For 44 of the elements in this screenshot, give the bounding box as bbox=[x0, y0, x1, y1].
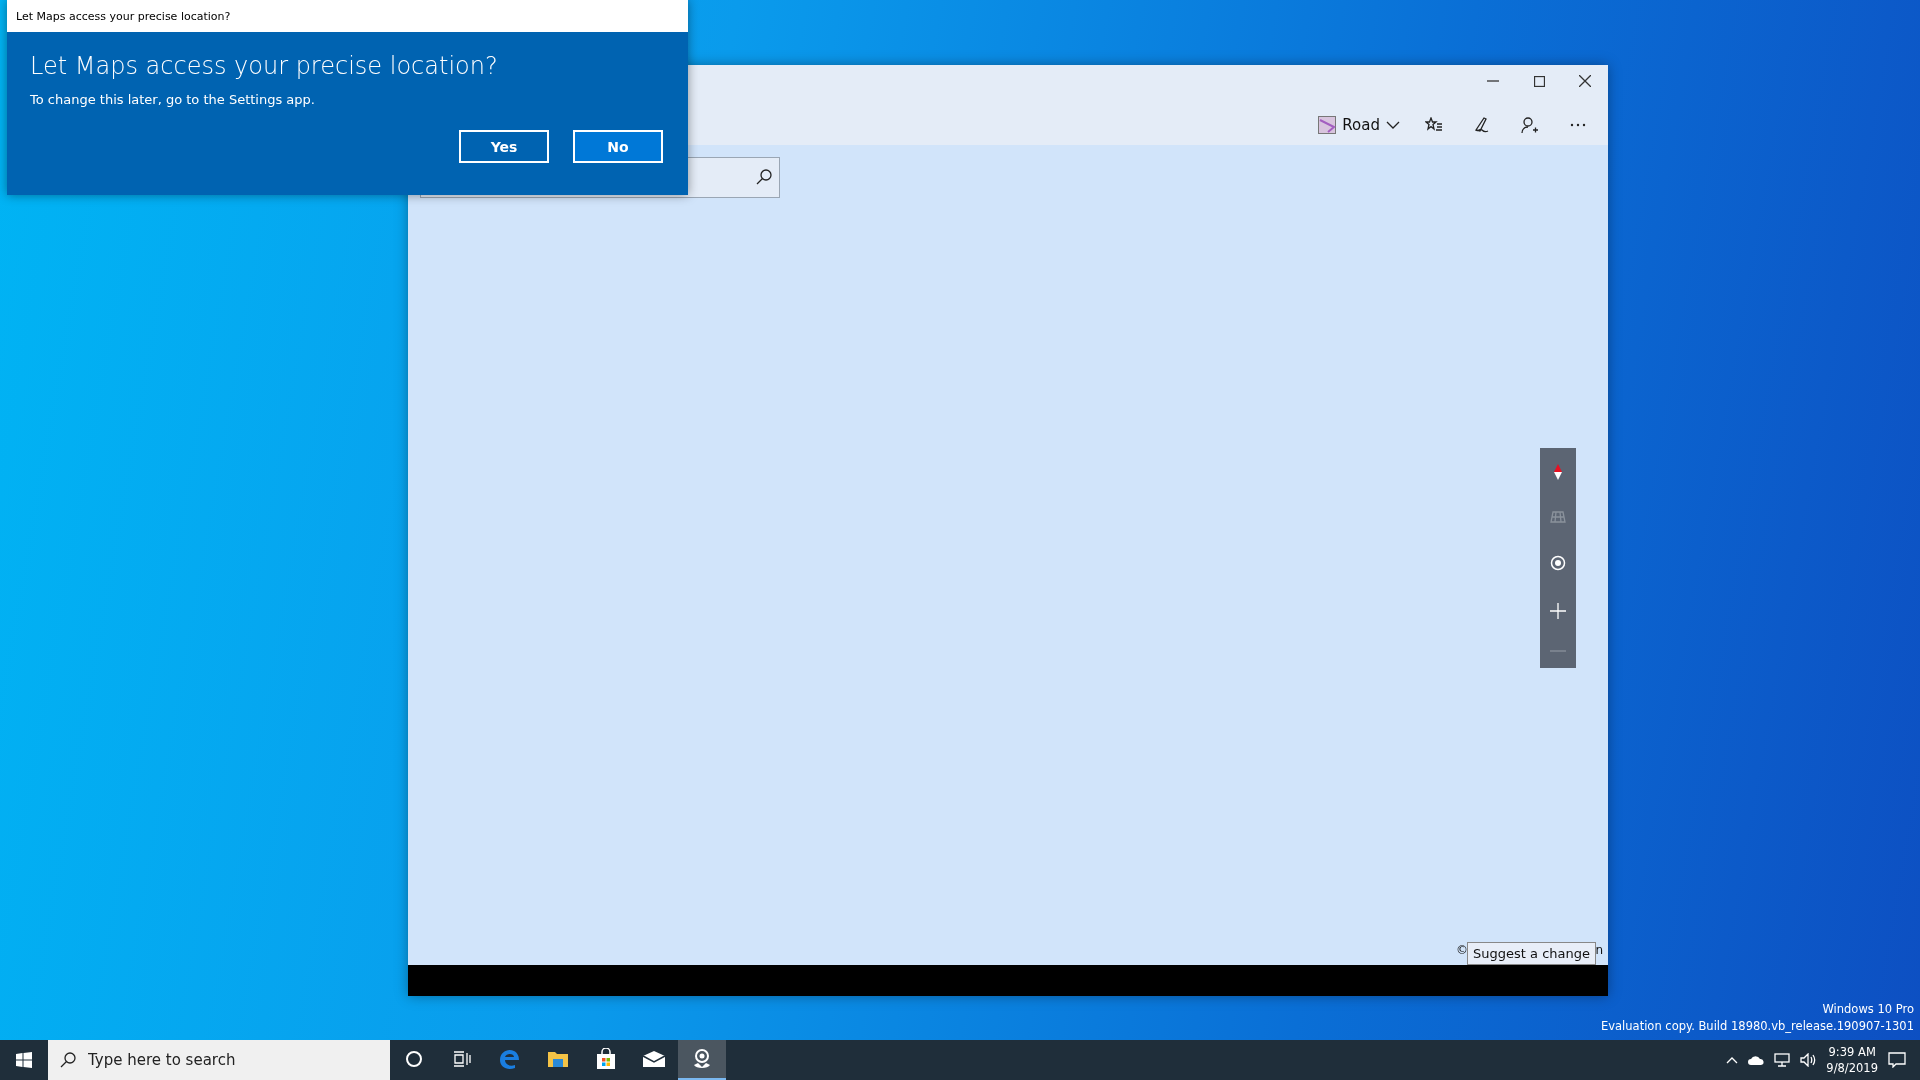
chevron-up-icon bbox=[1726, 1056, 1739, 1064]
target-icon bbox=[1550, 555, 1566, 571]
add-person-icon bbox=[1521, 116, 1539, 134]
star-list-icon bbox=[1425, 117, 1443, 133]
map-style-dropdown[interactable]: Road bbox=[1312, 107, 1406, 143]
compass-button[interactable] bbox=[1554, 463, 1562, 480]
dialog-button[interactable]: Yes bbox=[459, 130, 549, 163]
taskbar-app-button[interactable] bbox=[678, 1040, 726, 1080]
browser-icon bbox=[499, 1048, 521, 1070]
notification-icon[interactable] bbox=[1888, 1052, 1906, 1068]
clock[interactable]: 9:39 AM 9/8/2019 bbox=[1826, 1044, 1878, 1076]
speaker-icon[interactable] bbox=[1800, 1053, 1817, 1067]
maximize-icon bbox=[1533, 75, 1545, 87]
search-icon bbox=[756, 169, 772, 185]
minimize-icon bbox=[1487, 80, 1499, 82]
shopping-bag-icon bbox=[595, 1048, 617, 1070]
network-icon[interactable] bbox=[1774, 1053, 1791, 1067]
location-button[interactable] bbox=[1550, 555, 1566, 571]
dialog-button[interactable]: No bbox=[573, 130, 663, 163]
compass-icon bbox=[1554, 463, 1562, 480]
build-text: Evaluation copy. Build 18980.vb_release.190907-1301 bbox=[1601, 1018, 1914, 1035]
tooltip: Suggest a change bbox=[1467, 942, 1596, 965]
folder-icon bbox=[547, 1049, 569, 1069]
dialog-heading: Let Maps access your precise location? bbox=[30, 52, 499, 80]
grid-icon bbox=[1550, 511, 1566, 524]
dialog-title: Let Maps access your precise location? bbox=[7, 0, 688, 32]
more-icon bbox=[1570, 123, 1586, 127]
copyright-text: © bbox=[1456, 943, 1468, 957]
taskbar-search-field[interactable]: Type here to search bbox=[48, 1040, 390, 1080]
task-view-icon bbox=[453, 1051, 471, 1067]
circle-icon bbox=[405, 1050, 423, 1068]
cloud-icon[interactable] bbox=[1748, 1055, 1765, 1065]
search-icon bbox=[60, 1052, 76, 1068]
pen-icon bbox=[1473, 116, 1491, 134]
windows-icon bbox=[16, 1052, 32, 1068]
copyright-text: n bbox=[1595, 943, 1603, 957]
road-map-icon bbox=[1318, 116, 1337, 134]
envelope-icon bbox=[642, 1050, 666, 1068]
zoom-in-button[interactable] bbox=[1550, 602, 1566, 619]
chevron-down-icon bbox=[1386, 121, 1400, 129]
close-icon bbox=[1579, 75, 1591, 87]
plus-icon bbox=[1550, 602, 1566, 619]
edition-text: Windows 10 Pro bbox=[1822, 1001, 1914, 1018]
dialog-message: To change this later, go to the Settings app. bbox=[30, 92, 316, 107]
